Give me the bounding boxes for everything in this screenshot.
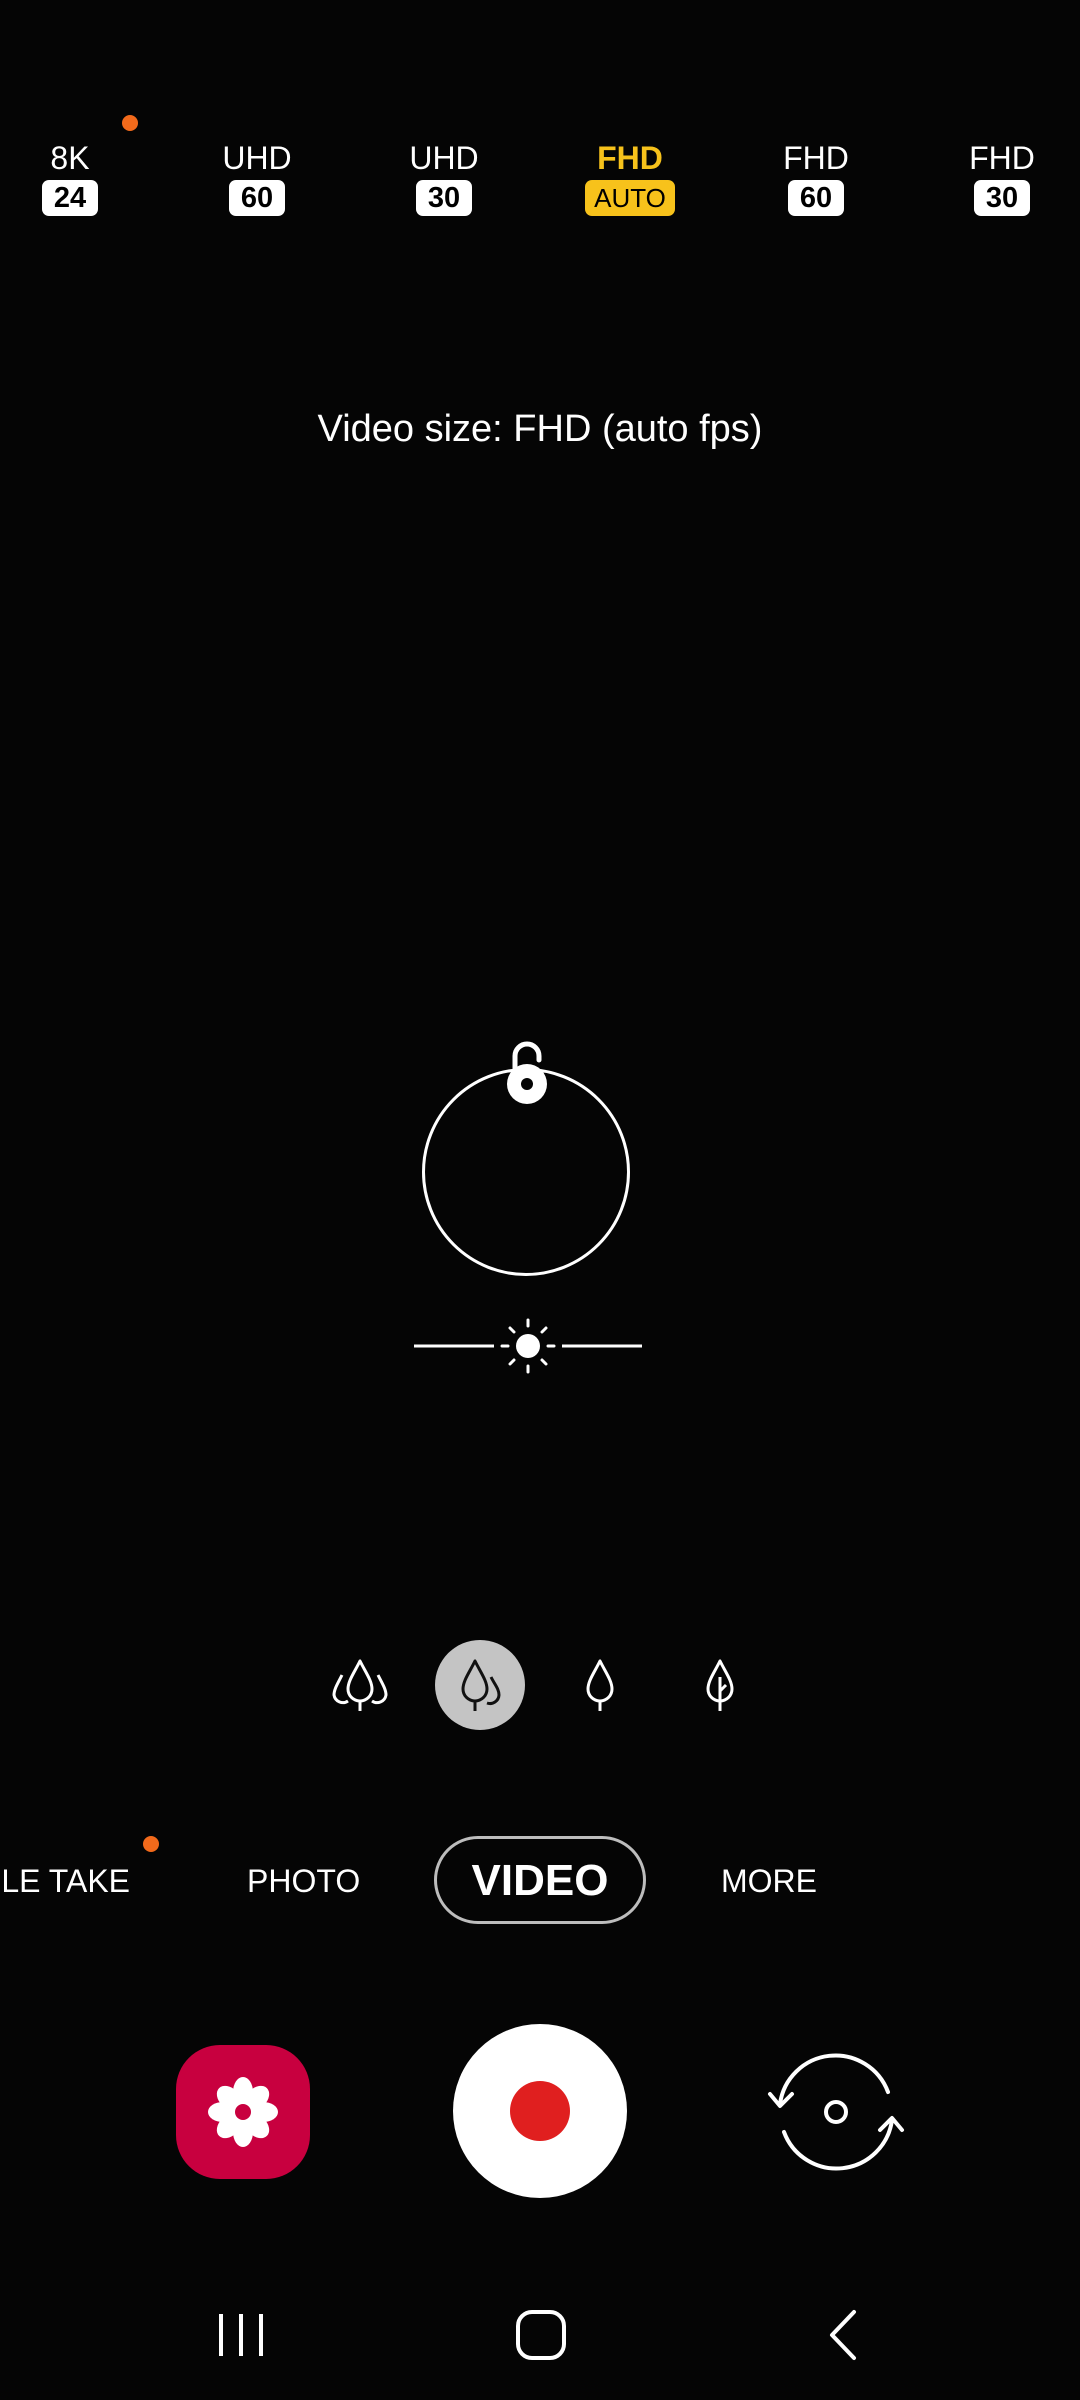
home-icon[interactable]: [496, 2300, 586, 2370]
resolution-fps-badge: 30: [974, 180, 1030, 216]
recent-apps-icon[interactable]: [196, 2300, 286, 2370]
resolution-label: UHD: [222, 140, 292, 176]
video-resolution-bar: 8K 24 UHD 60 UHD 30 FHD AUTO FHD 60 FHD …: [0, 138, 1080, 238]
resolution-fps-badge: 30: [416, 180, 472, 216]
resolution-label: 8K: [50, 140, 90, 176]
video-size-toast: Video size: FHD (auto fps): [317, 408, 763, 450]
camera-switch-icon[interactable]: [764, 2048, 908, 2176]
resolution-8k-24[interactable]: 8K 24: [10, 138, 130, 216]
leaf-icon: [706, 1659, 734, 1711]
scene-filter-row: [0, 1640, 1080, 1732]
camera-mode-bar: GLE TAKE PHOTO VIDEO MORE: [0, 1836, 1080, 1926]
flower-icon: [208, 2077, 278, 2147]
two-drops-icon: [461, 1659, 501, 1711]
three-drops-icon: [332, 1659, 388, 1711]
resolution-uhd-30[interactable]: UHD 30: [384, 138, 504, 216]
resolution-label: FHD: [969, 140, 1035, 176]
back-icon[interactable]: [800, 2300, 890, 2370]
gallery-button[interactable]: [176, 2045, 310, 2179]
sun-icon: [500, 1318, 556, 1374]
record-icon: [510, 2081, 570, 2141]
resolution-label: FHD: [597, 140, 663, 176]
resolution-fps-badge: 60: [229, 180, 285, 216]
scene-one-drop[interactable]: [555, 1640, 645, 1730]
unlocked-padlock-icon[interactable]: [502, 1036, 552, 1104]
drop-icon: [586, 1659, 614, 1711]
exposure-slider[interactable]: [412, 1318, 644, 1374]
scene-three-drops[interactable]: [315, 1640, 405, 1730]
resolution-fps-badge: AUTO: [585, 180, 675, 216]
new-indicator-dot: [122, 115, 138, 131]
mode-single-take[interactable]: GLE TAKE: [0, 1836, 130, 1926]
resolution-fhd-60[interactable]: FHD 60: [756, 138, 876, 216]
resolution-fps-badge: 24: [42, 180, 98, 216]
mode-more[interactable]: MORE: [721, 1836, 817, 1926]
scene-leaf[interactable]: [675, 1640, 765, 1730]
scene-two-drops[interactable]: [435, 1640, 525, 1730]
new-indicator-dot: [143, 1836, 159, 1852]
resolution-fps-badge: 60: [788, 180, 844, 216]
mode-photo[interactable]: PHOTO: [247, 1836, 360, 1926]
resolution-fhd-auto[interactable]: FHD AUTO: [570, 138, 690, 216]
resolution-label: FHD: [783, 140, 849, 176]
mode-video[interactable]: VIDEO: [434, 1836, 646, 1924]
resolution-uhd-60[interactable]: UHD 60: [197, 138, 317, 216]
record-button[interactable]: [453, 2024, 627, 2198]
resolution-label: UHD: [409, 140, 479, 176]
resolution-fhd-30[interactable]: FHD 30: [942, 138, 1062, 216]
